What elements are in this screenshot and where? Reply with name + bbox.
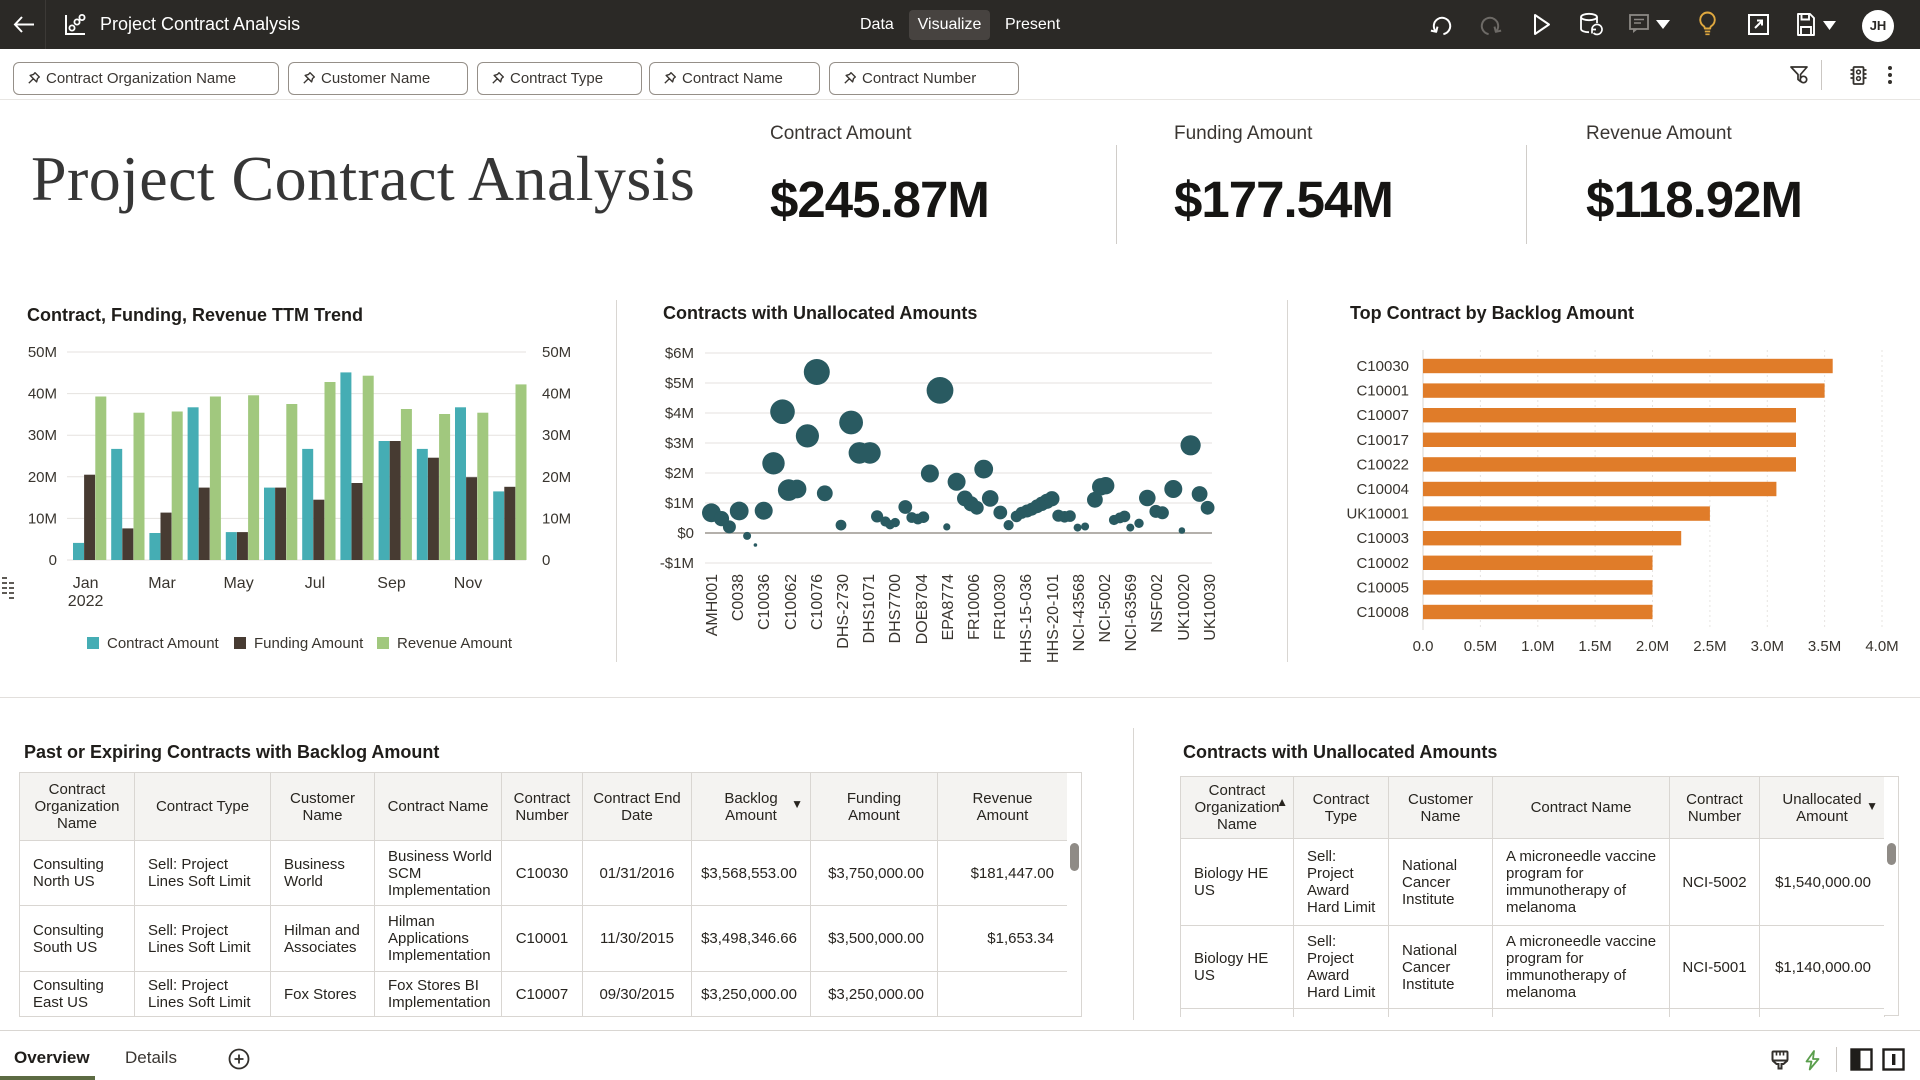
svg-text:C10030: C10030	[1356, 358, 1409, 375]
svg-text:4.0M: 4.0M	[1865, 638, 1898, 655]
svg-text:Revenue Amount: Revenue Amount	[397, 635, 513, 652]
svg-text:FR10030: FR10030	[992, 574, 1009, 640]
svg-text:2.0M: 2.0M	[1636, 638, 1669, 655]
svg-text:Sep: Sep	[377, 575, 406, 592]
svg-text:$4M: $4M	[665, 405, 694, 422]
svg-text:2.5M: 2.5M	[1693, 638, 1726, 655]
svg-text:HHS-15-036: HHS-15-036	[1018, 574, 1035, 663]
svg-text:Jan: Jan	[73, 575, 99, 592]
svg-text:C0038: C0038	[730, 574, 747, 621]
svg-text:HHS-20-101: HHS-20-101	[1045, 574, 1062, 663]
svg-text:30M: 30M	[542, 427, 571, 444]
svg-text:C10076: C10076	[809, 574, 826, 630]
svg-text:DHS7700: DHS7700	[887, 574, 904, 643]
svg-text:40M: 40M	[542, 386, 571, 403]
svg-text:NCI-43568: NCI-43568	[1071, 574, 1088, 651]
svg-text:40M: 40M	[28, 386, 57, 403]
svg-text:May: May	[223, 575, 253, 592]
svg-text:C10017: C10017	[1356, 432, 1409, 449]
svg-text:DHS1071: DHS1071	[861, 574, 878, 643]
svg-text:$0: $0	[677, 525, 694, 542]
svg-text:30M: 30M	[28, 427, 57, 444]
svg-text:2022: 2022	[68, 593, 104, 610]
svg-text:$1M: $1M	[665, 495, 694, 512]
svg-text:FR10006: FR10006	[966, 574, 983, 640]
svg-text:3.0M: 3.0M	[1751, 638, 1784, 655]
svg-text:50M: 50M	[28, 344, 57, 361]
svg-text:C10005: C10005	[1356, 579, 1409, 596]
svg-text:20M: 20M	[28, 469, 57, 486]
svg-text:50M: 50M	[542, 344, 571, 361]
svg-text:C10004: C10004	[1356, 481, 1409, 498]
svg-text:NSF002: NSF002	[1149, 574, 1166, 633]
svg-text:C10007: C10007	[1356, 407, 1409, 424]
svg-text:$6M: $6M	[665, 345, 694, 362]
svg-text:NCI-63569: NCI-63569	[1123, 574, 1140, 651]
svg-text:UK10020: UK10020	[1176, 574, 1193, 641]
svg-text:Jul: Jul	[305, 575, 325, 592]
svg-text:C10062: C10062	[783, 574, 800, 630]
svg-text:0.5M: 0.5M	[1464, 638, 1497, 655]
svg-text:Mar: Mar	[148, 575, 176, 592]
svg-text:1.5M: 1.5M	[1578, 638, 1611, 655]
svg-text:Contract Amount: Contract Amount	[107, 635, 220, 652]
svg-text:EPA8774: EPA8774	[940, 574, 957, 641]
svg-text:C10003: C10003	[1356, 530, 1409, 547]
svg-text:Nov: Nov	[454, 575, 482, 592]
svg-text:DHS-2730: DHS-2730	[835, 574, 852, 649]
svg-text:0.0: 0.0	[1413, 638, 1434, 655]
svg-text:C10002: C10002	[1356, 555, 1409, 572]
svg-text:UK10001: UK10001	[1346, 506, 1409, 523]
svg-text:AMH001: AMH001	[704, 574, 721, 636]
svg-text:C10022: C10022	[1356, 456, 1409, 473]
svg-text:Funding Amount: Funding Amount	[254, 635, 364, 652]
svg-text:C10008: C10008	[1356, 604, 1409, 621]
svg-text:3.5M: 3.5M	[1808, 638, 1841, 655]
svg-text:-$1M: -$1M	[660, 555, 694, 572]
svg-text:$3M: $3M	[665, 435, 694, 452]
svg-text:10M: 10M	[28, 510, 57, 527]
svg-text:10M: 10M	[542, 510, 571, 527]
svg-text:$5M: $5M	[665, 375, 694, 392]
svg-text:0: 0	[49, 552, 57, 569]
svg-text:20M: 20M	[542, 469, 571, 486]
svg-text:C10001: C10001	[1356, 383, 1409, 400]
svg-text:NCI-5002: NCI-5002	[1097, 574, 1114, 643]
svg-text:0: 0	[542, 552, 550, 569]
svg-text:$2M: $2M	[665, 465, 694, 482]
svg-text:DOE8704: DOE8704	[914, 574, 931, 644]
svg-text:UK10030: UK10030	[1202, 574, 1219, 641]
svg-text:1.0M: 1.0M	[1521, 638, 1554, 655]
svg-text:C10036: C10036	[756, 574, 773, 630]
